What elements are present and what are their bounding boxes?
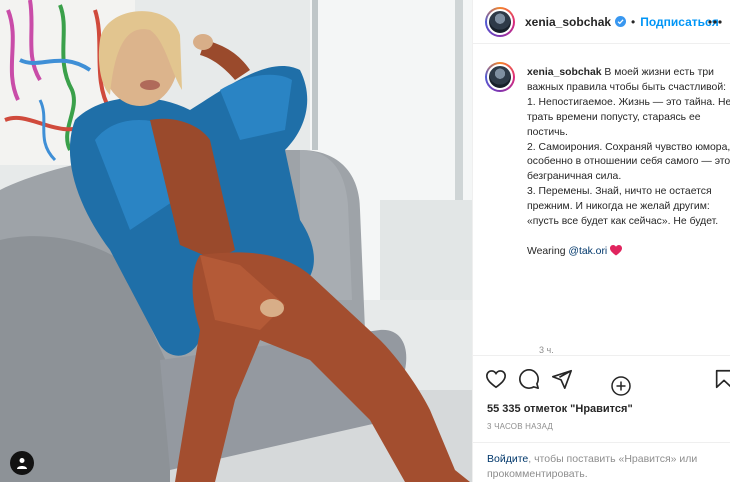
more-options-icon <box>708 20 722 24</box>
like-button[interactable] <box>485 368 507 390</box>
caption-timestamp: 3 ч. <box>539 345 554 355</box>
verified-badge-icon <box>615 16 627 27</box>
caption-username[interactable]: xenia_sobchak <box>527 67 602 78</box>
red-heart-emoji-icon <box>610 244 623 262</box>
caption-body: В моей жизни есть три важных правила что… <box>527 67 730 257</box>
more-options-button[interactable] <box>705 12 725 32</box>
share-button[interactable] <box>551 368 573 390</box>
post-photo[interactable] <box>0 0 472 482</box>
bookmark-icon <box>715 369 730 389</box>
share-icon <box>552 369 572 389</box>
heart-icon <box>486 370 506 389</box>
post-header: xenia_sobchak • Подписаться <box>473 0 730 44</box>
login-prompt: Войдите, чтобы поставить «Нравится» или … <box>473 442 730 482</box>
likes-count[interactable]: 55 335 отметок "Нравится" <box>487 403 633 415</box>
comment-icon <box>519 369 539 389</box>
save-button[interactable] <box>713 368 730 390</box>
post-timestamp[interactable]: 3 ЧАСОВ НАЗАД <box>487 422 553 431</box>
separator-dot: • <box>631 14 636 29</box>
author-username[interactable]: xenia_sobchak <box>525 15 611 29</box>
action-bar <box>473 355 730 399</box>
post-side-panel: xenia_sobchak • Подписаться xenia_sobcha… <box>472 0 730 482</box>
user-tag-icon <box>17 458 27 469</box>
comment-button[interactable] <box>518 368 540 390</box>
login-link[interactable]: Войдите <box>487 453 528 465</box>
post-photo-image <box>0 0 472 482</box>
author-avatar[interactable] <box>485 6 515 37</box>
user-tag-button[interactable] <box>10 451 34 475</box>
caption-text: xenia_sobchak В моей жизни есть три важн… <box>527 66 730 262</box>
caption-mention-link[interactable]: @tak.ori <box>568 246 607 257</box>
caption-author-avatar[interactable] <box>485 62 515 92</box>
